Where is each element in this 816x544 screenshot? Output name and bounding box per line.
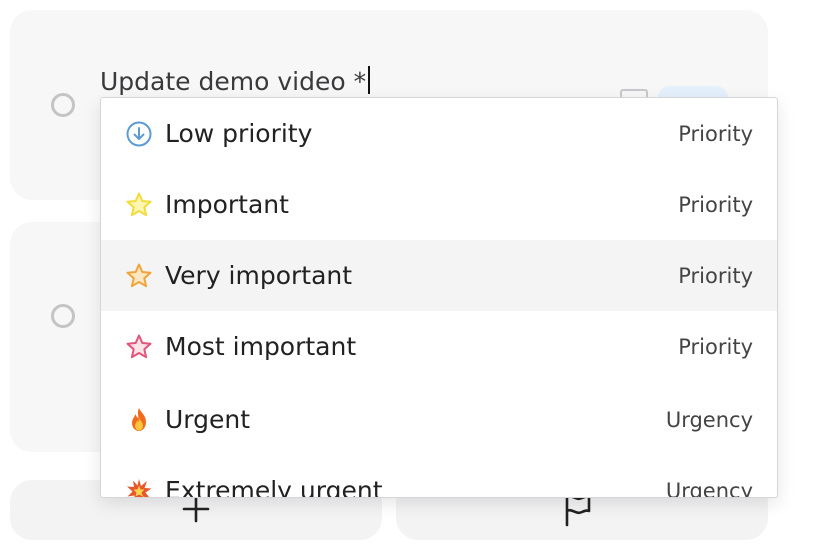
option-category: Urgency [665, 407, 753, 432]
star-icon [125, 333, 153, 361]
option-very-important[interactable]: Very important Priority [101, 240, 777, 311]
option-label: Important [165, 190, 289, 219]
arrow-down-circle-icon [125, 120, 153, 148]
option-extremely-urgent[interactable]: Extremely urgent Urgency [101, 455, 777, 498]
option-label: Urgent [165, 405, 251, 434]
option-category: Urgency [665, 478, 753, 498]
option-label: Most important [165, 332, 357, 361]
text-caret [368, 66, 371, 94]
fire-icon [125, 406, 153, 434]
option-urgent[interactable]: Urgent Urgency [101, 384, 777, 455]
option-label: Very important [165, 261, 353, 290]
option-category: Priority [678, 263, 753, 288]
option-category: Priority [678, 192, 753, 217]
star-icon [125, 191, 153, 219]
option-low-priority[interactable]: Low priority Priority [101, 98, 777, 169]
option-label: Low priority [165, 119, 313, 148]
star-icon [125, 262, 153, 290]
flag-icon [565, 495, 591, 527]
task-title-text: Update demo video * [100, 67, 367, 96]
option-category: Priority [678, 334, 753, 359]
plus-icon [182, 495, 210, 523]
task-title-input[interactable]: Update demo video * [100, 66, 371, 96]
option-most-important[interactable]: Most important Priority [101, 311, 777, 382]
explosion-icon [125, 477, 153, 497]
task-complete-checkbox[interactable] [51, 304, 75, 328]
option-category: Priority [678, 121, 753, 146]
tag-suggestion-dropdown: Low priority Priority Important Priority… [100, 97, 778, 498]
option-label: Extremely urgent [165, 476, 383, 498]
option-important[interactable]: Important Priority [101, 169, 777, 240]
task-complete-checkbox[interactable] [51, 93, 75, 117]
